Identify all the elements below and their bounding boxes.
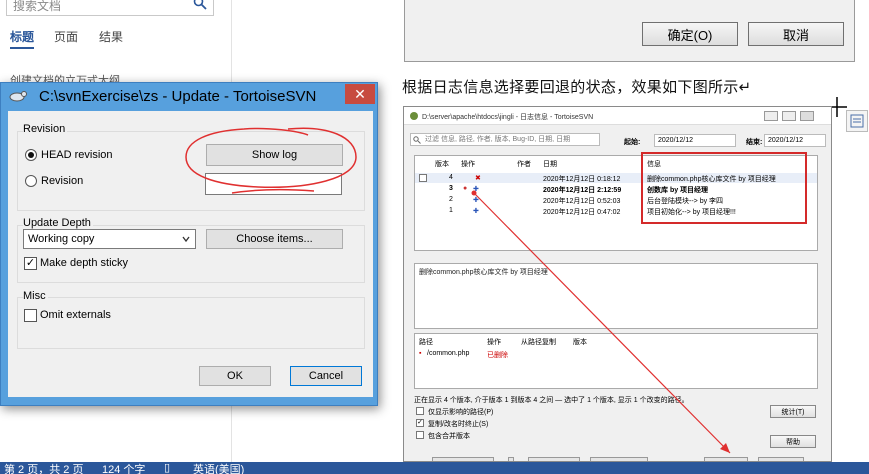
status-language[interactable]: 英语(美国) — [193, 462, 244, 474]
log-screenshot-image[interactable]: D:\server\apache\htdocs\jingli - 日志信息 - … — [403, 106, 832, 462]
revision-group-label: Revision — [23, 123, 68, 135]
misc-group-label: Misc — [23, 290, 48, 302]
dialog-footer: OK Cancel — [8, 351, 373, 397]
dialog-title: C:\svnExercise\zs - Update - TortoiseSVN — [39, 88, 317, 105]
update-dialog: C:\svnExercise\zs - Update - TortoiseSVN… — [0, 82, 378, 406]
nav-search-input[interactable]: 搜索文档 — [6, 0, 214, 16]
omit-externals-label[interactable]: Omit externals — [40, 309, 111, 321]
confirm-button: 确定(O) — [642, 22, 738, 46]
omit-externals-checkbox[interactable] — [24, 309, 37, 322]
proofing-icon[interactable]: ▯ — [164, 462, 170, 474]
depth-select-value: Working copy — [28, 233, 95, 245]
annotation-circle-icon — [185, 127, 357, 194]
make-depth-sticky-checkbox[interactable]: ✓ — [24, 257, 37, 270]
update-depth-label: Update Depth — [23, 217, 93, 229]
head-revision-radio[interactable] — [25, 149, 37, 161]
dialog-title-bar[interactable]: C:\svnExercise\zs - Update - TortoiseSVN… — [1, 83, 377, 111]
chevron-down-icon — [182, 236, 190, 243]
revision-label[interactable]: Revision — [41, 175, 83, 187]
cancel-button-image: 取消 — [748, 22, 844, 46]
tab-headings[interactable]: 标题 — [10, 28, 35, 49]
document-paragraph[interactable]: 根据日志信息选择要回退的状态，效果如下图所示↵ — [402, 76, 751, 97]
tortoise-svn-icon — [9, 91, 27, 102]
depth-select[interactable]: Working copy — [23, 229, 196, 249]
ok-button[interactable]: OK — [199, 366, 271, 386]
close-button[interactable]: ✕ — [345, 84, 375, 104]
status-page[interactable]: 第 2 页，共 2 页 — [4, 462, 83, 474]
dialog-body: Revision HEAD revision Revision Show log… — [8, 111, 373, 351]
annotation-arrow-icon — [471, 190, 731, 454]
misc-group — [17, 297, 365, 349]
make-depth-sticky-label[interactable]: Make depth sticky — [40, 257, 128, 269]
tab-results[interactable]: 结果 — [99, 28, 123, 45]
status-bar: 第 2 页，共 2 页 124 个字 ▯ 英语(美国) — [0, 462, 869, 474]
choose-items-button[interactable]: Choose items... — [206, 229, 343, 249]
nav-search-placeholder: 搜索文档 — [13, 0, 62, 13]
search-icon[interactable] — [193, 0, 207, 13]
layout-options-icon[interactable] — [846, 110, 868, 132]
head-revision-label[interactable]: HEAD revision — [41, 149, 113, 161]
cancel-button[interactable]: Cancel — [290, 366, 362, 386]
embedded-dialog-fragment: 确定(O) 取消 — [404, 0, 855, 62]
revision-radio[interactable] — [25, 175, 37, 187]
status-word-count[interactable]: 124 个字 — [102, 462, 145, 474]
tab-pages[interactable]: 页面 — [54, 28, 78, 45]
